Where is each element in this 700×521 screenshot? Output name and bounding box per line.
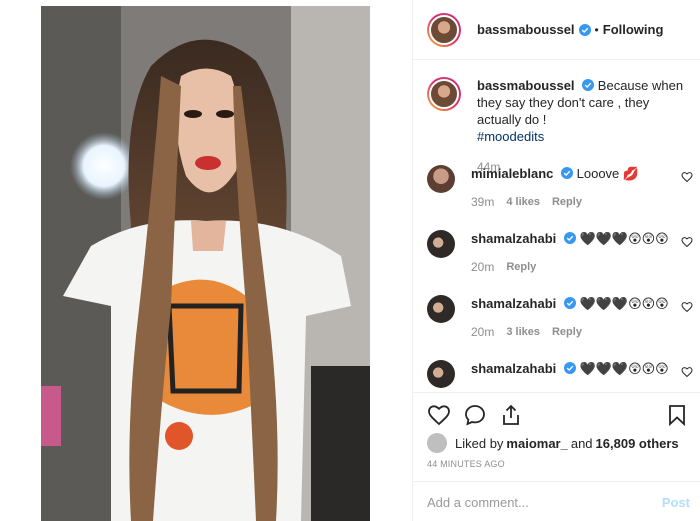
action-row bbox=[427, 401, 689, 429]
post-header: bassmaboussel • Following bbox=[413, 0, 700, 60]
comment-bubble-icon[interactable] bbox=[463, 403, 487, 427]
liked-by-prefix: Liked by bbox=[455, 435, 504, 451]
post-photo[interactable] bbox=[41, 6, 370, 521]
verified-badge-icon bbox=[561, 167, 573, 179]
avatar bbox=[429, 79, 459, 109]
verified-badge-icon bbox=[563, 232, 576, 244]
caption: bassmaboussel Because when they say they… bbox=[413, 61, 700, 176]
comment-avatar[interactable] bbox=[427, 230, 455, 258]
comment-item: shamalzahabi 🖤🖤🖤😲😲😲 bbox=[427, 360, 695, 388]
hashtag-link[interactable]: #moodedits bbox=[477, 129, 544, 144]
reply-button[interactable]: Reply bbox=[552, 324, 582, 341]
comment-username[interactable]: mimialeblanc bbox=[471, 166, 553, 181]
caption-username[interactable]: bassmaboussel bbox=[477, 78, 575, 93]
post-comment-button[interactable]: Post bbox=[662, 495, 690, 510]
comment-body: shamalzahabi 🖤🖤🖤😲😲😲 bbox=[471, 360, 671, 388]
comment-body: shamalzahabi 🖤🖤🖤😲😲😲 20m Reply bbox=[471, 230, 671, 276]
comment-time: 20m bbox=[471, 260, 495, 274]
heart-outline-icon[interactable] bbox=[681, 301, 693, 313]
post-actions: Liked by maiomar_ and 16,809 others 44 M… bbox=[413, 392, 700, 521]
heart-outline-icon[interactable] bbox=[681, 171, 693, 183]
comment-time: 20m bbox=[471, 325, 495, 339]
heart-outline-icon[interactable] bbox=[681, 236, 693, 248]
liked-by-avatar[interactable] bbox=[427, 433, 447, 453]
post-side-panel: bassmaboussel • Following bassmaboussel … bbox=[412, 0, 700, 521]
comment-item: shamalzahabi 🖤🖤🖤😲😲😲 20m Reply bbox=[427, 230, 695, 276]
reply-button[interactable]: Reply bbox=[552, 194, 582, 211]
comment-text: 🖤🖤🖤😲😲😲 bbox=[579, 296, 669, 311]
liked-by: Liked by maiomar_ and 16,809 others bbox=[427, 433, 679, 453]
comment-text: Looove 💋 bbox=[576, 166, 640, 181]
post-timestamp[interactable]: 44 MINUTES AGO bbox=[427, 459, 505, 469]
comments-list[interactable]: bassmaboussel Because when they say they… bbox=[413, 61, 700, 391]
comment-body: shamalzahabi 🖤🖤🖤😲😲😲 20m 3 likes Reply bbox=[471, 295, 671, 341]
photo-illustration bbox=[41, 6, 370, 521]
verified-badge-icon bbox=[578, 23, 591, 36]
liked-by-count[interactable]: 16,809 others bbox=[596, 436, 679, 451]
share-icon[interactable] bbox=[499, 403, 523, 427]
comment-username[interactable]: shamalzahabi bbox=[471, 231, 556, 246]
comment-body: mimialeblanc Looove 💋 39m 4 likes Reply bbox=[471, 165, 671, 211]
separator-dot: • bbox=[594, 22, 599, 37]
verified-badge-icon bbox=[582, 79, 595, 91]
comment-text: 🖤🖤🖤😲😲😲 bbox=[579, 361, 669, 376]
verified-badge-icon bbox=[563, 362, 576, 374]
add-comment-input[interactable]: Add a comment... bbox=[427, 495, 529, 510]
bookmark-icon[interactable] bbox=[665, 403, 689, 427]
comment-item: mimialeblanc Looove 💋 39m 4 likes Reply bbox=[427, 165, 695, 211]
comment-avatar[interactable] bbox=[427, 165, 455, 193]
verified-badge-icon bbox=[563, 297, 576, 309]
following-button[interactable]: Following bbox=[603, 22, 664, 37]
comment-avatar[interactable] bbox=[427, 295, 455, 323]
comment-meta: 39m 4 likes Reply bbox=[471, 194, 671, 211]
like-heart-icon[interactable] bbox=[427, 403, 451, 427]
comment-likes[interactable]: 4 likes bbox=[506, 194, 540, 211]
header-avatar[interactable] bbox=[427, 12, 461, 47]
add-comment-bar: Add a comment... Post bbox=[413, 481, 700, 514]
avatar bbox=[429, 14, 459, 45]
liked-by-user[interactable]: maiomar_ bbox=[506, 436, 567, 451]
comment-username[interactable]: shamalzahabi bbox=[471, 361, 556, 376]
comment-likes[interactable]: 3 likes bbox=[506, 324, 540, 341]
heart-outline-icon[interactable] bbox=[681, 366, 693, 378]
liked-by-and: and bbox=[570, 435, 593, 451]
comment-avatar[interactable] bbox=[427, 360, 455, 388]
comment-item: shamalzahabi 🖤🖤🖤😲😲😲 20m 3 likes Reply bbox=[427, 295, 695, 341]
comment-meta: 20m Reply bbox=[471, 259, 671, 276]
caption-avatar[interactable] bbox=[427, 77, 461, 111]
comment-time: 39m bbox=[471, 195, 495, 209]
comment-text: 🖤🖤🖤😲😲😲 bbox=[579, 231, 669, 246]
reply-button[interactable]: Reply bbox=[506, 259, 536, 276]
comment-username[interactable]: shamalzahabi bbox=[471, 296, 556, 311]
header-username[interactable]: bassmaboussel bbox=[477, 22, 575, 37]
photo-pane bbox=[0, 0, 412, 521]
caption-body: bassmaboussel Because when they say they… bbox=[477, 77, 686, 176]
comment-meta: 20m 3 likes Reply bbox=[471, 324, 671, 341]
